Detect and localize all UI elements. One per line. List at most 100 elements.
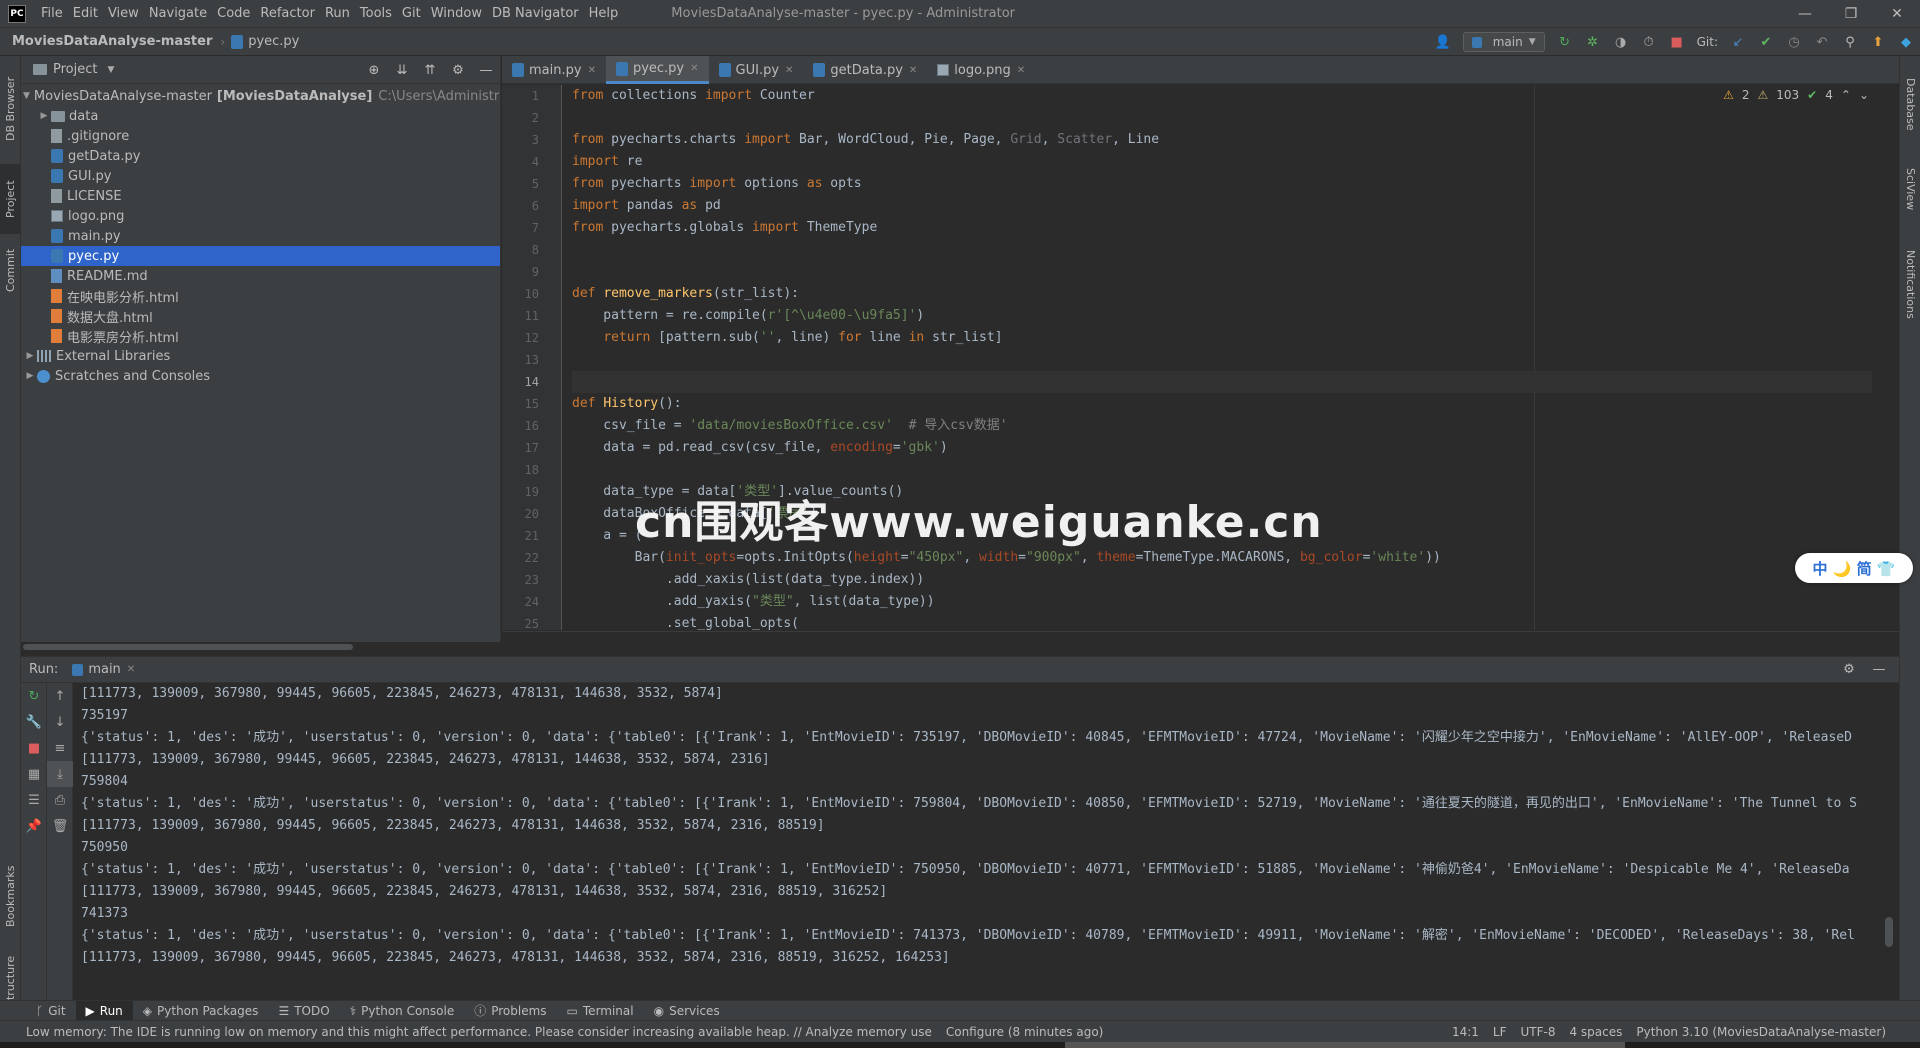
menu-run[interactable]: Run	[320, 0, 355, 28]
soft-wrap-icon[interactable]: ≡	[47, 735, 73, 761]
breadcrumb-file[interactable]: pyec.py	[248, 34, 299, 49]
arrow-down-icon[interactable]: ↓	[47, 709, 73, 735]
close-icon[interactable]: ✕	[785, 65, 793, 76]
collapse-all-icon[interactable]: ⇈	[422, 62, 438, 78]
tool-tab-git[interactable]: ᚴ Git	[26, 1001, 76, 1021]
chevron-right-icon[interactable]: ▶	[23, 371, 37, 381]
user-icon[interactable]: 👤	[1435, 34, 1451, 50]
status-configure[interactable]: Configure (8 minutes ago)	[946, 1025, 1104, 1039]
git-rollback-icon[interactable]: ↶	[1814, 34, 1830, 50]
hide-panel-icon[interactable]: —	[1871, 661, 1887, 677]
editor-tab-pyec-py[interactable]: pyec.py ✕	[605, 56, 709, 84]
tree-item[interactable]: 电影票房分析.html	[21, 326, 500, 346]
git-update-icon[interactable]: ↙	[1730, 34, 1746, 50]
minimize-button[interactable]: —	[1782, 0, 1828, 28]
tool-tab-todo[interactable]: ☰ TODO	[268, 1001, 339, 1021]
editor-tab-gui-py[interactable]: GUI.py ✕	[709, 56, 804, 84]
file-encoding[interactable]: UTF-8	[1521, 1025, 1556, 1039]
breadcrumb-project[interactable]: MoviesDataAnalyse-master	[12, 34, 212, 49]
tree-item[interactable]: LICENSE	[21, 186, 500, 206]
tool-tab-problems[interactable]: ⓘ Problems	[464, 1001, 556, 1021]
close-window-button[interactable]: ✕	[1874, 0, 1920, 28]
tree-item[interactable]: logo.png	[21, 206, 500, 226]
tree-item[interactable]: main.py	[21, 226, 500, 246]
trash-icon[interactable]: 🗑	[47, 813, 73, 839]
pin-icon[interactable]: 📌	[21, 813, 47, 839]
wrench-icon[interactable]: 🔧	[21, 709, 47, 735]
tree-item[interactable]: .gitignore	[21, 126, 500, 146]
inspection-widget[interactable]: ⚠ 2 ⚠ 103 ✔ 4 ⌃ ⌄	[1723, 88, 1869, 102]
close-icon[interactable]: ✕	[588, 65, 596, 76]
project-tab[interactable]: Project	[0, 164, 21, 234]
chevron-right-icon[interactable]: ▶	[23, 351, 37, 361]
hide-panel-icon[interactable]: —	[478, 62, 494, 78]
print-icon[interactable]: ⎙	[47, 787, 73, 813]
console-scrollbar[interactable]	[1885, 917, 1893, 947]
expand-all-icon[interactable]: ⇊	[394, 62, 410, 78]
chevron-right-icon[interactable]: ▶	[37, 111, 51, 121]
chevron-up-icon[interactable]: ⌃	[1841, 88, 1851, 102]
arrow-up-icon[interactable]: ↑	[47, 683, 73, 709]
jetbrains-icon[interactable]: ◆	[1898, 34, 1914, 50]
tool-tab-run[interactable]: ▶ Run	[75, 1000, 133, 1021]
tree-external-libraries[interactable]: ▶ External Libraries	[21, 346, 500, 366]
settings-icon[interactable]: ☰	[21, 787, 47, 813]
search-icon[interactable]: ⚲	[1842, 34, 1858, 50]
tree-item[interactable]: ▶ data	[21, 106, 500, 126]
project-horizontal-scrollbar[interactable]	[23, 644, 353, 650]
tree-item[interactable]: GUI.py	[21, 166, 500, 186]
line-separator[interactable]: LF	[1493, 1025, 1507, 1039]
editor-tab-logo-png[interactable]: logo.png ✕	[927, 56, 1035, 84]
database-tab[interactable]: Database	[1900, 64, 1920, 144]
gear-icon[interactable]: ⚙	[1841, 661, 1857, 677]
menu-window[interactable]: Window	[426, 0, 487, 28]
scroll-to-end-icon[interactable]: ⤓	[47, 761, 73, 787]
console-output[interactable]: [111773, 139009, 367980, 99445, 96605, 2…	[81, 683, 1881, 1001]
profile-icon[interactable]: ⏱	[1641, 34, 1657, 50]
caret-position[interactable]: 14:1	[1452, 1025, 1479, 1039]
notifications-tab[interactable]: Notifications	[1900, 234, 1920, 334]
menu-edit[interactable]: Edit	[68, 0, 103, 28]
chevron-down-icon[interactable]: ⌄	[1859, 88, 1869, 102]
menu-code[interactable]: Code	[212, 0, 255, 28]
menu-help[interactable]: Help	[584, 0, 624, 28]
tool-tab-python-console[interactable]: ⚕ Python Console	[340, 1001, 465, 1021]
tree-item[interactable]: 在映电影分析.html	[21, 286, 500, 306]
close-icon[interactable]: ✕	[690, 63, 698, 74]
tree-root[interactable]: ▼ MoviesDataAnalyse-master [MoviesDataAn…	[21, 86, 500, 106]
restore-button[interactable]: ❐	[1828, 0, 1874, 28]
indent-setting[interactable]: 4 spaces	[1569, 1025, 1622, 1039]
bookmarks-tab[interactable]: Bookmarks	[0, 856, 21, 936]
tree-item[interactable]: getData.py	[21, 146, 500, 166]
tree-item[interactable]: README.md	[21, 266, 500, 286]
status-message[interactable]: Low memory: The IDE is running low on me…	[26, 1025, 932, 1039]
ime-toolbar[interactable]: 中 🌙 简 👕	[1795, 553, 1913, 583]
project-view-select[interactable]: Project	[53, 62, 97, 77]
coverage-icon[interactable]: ◑	[1613, 34, 1629, 50]
update-icon[interactable]: ⬆	[1870, 34, 1886, 50]
chevron-down-icon[interactable]: ▼	[107, 65, 114, 75]
tree-item[interactable]: 数据大盘.html	[21, 306, 500, 326]
chevron-down-icon[interactable]: ▼	[23, 91, 30, 101]
rerun-icon[interactable]: ↻	[1557, 34, 1573, 50]
menu-tools[interactable]: Tools	[355, 0, 397, 28]
commit-tab[interactable]: Commit	[0, 240, 21, 300]
tool-tab-services[interactable]: ◉ Services	[644, 1001, 730, 1021]
run-config-select[interactable]: main ▼	[1462, 32, 1545, 52]
menu-git[interactable]: Git	[397, 0, 426, 28]
run-tab-main[interactable]: main ✕	[72, 662, 135, 677]
gear-icon[interactable]: ⚙	[450, 62, 466, 78]
tree-scratches[interactable]: ▶ Scratches and Consoles	[21, 366, 500, 386]
db-browser-tab[interactable]: DB Browser	[0, 64, 21, 154]
close-icon[interactable]: ✕	[127, 664, 135, 675]
editor-tab-main-py[interactable]: main.py ✕	[502, 56, 606, 84]
menu-refactor[interactable]: Refactor	[255, 0, 320, 28]
stop-icon[interactable]: ■	[1669, 34, 1685, 50]
tool-tab-terminal[interactable]: ▭ Terminal	[557, 1001, 644, 1021]
tree-item[interactable]: pyec.py	[21, 246, 500, 266]
close-icon[interactable]: ✕	[1017, 65, 1025, 76]
menu-navigate[interactable]: Navigate	[144, 0, 212, 28]
rerun-icon[interactable]: ↻	[21, 683, 47, 709]
menu-file[interactable]: File	[36, 0, 68, 28]
tool-tab-python-packages[interactable]: ◈ Python Packages	[133, 1001, 269, 1021]
